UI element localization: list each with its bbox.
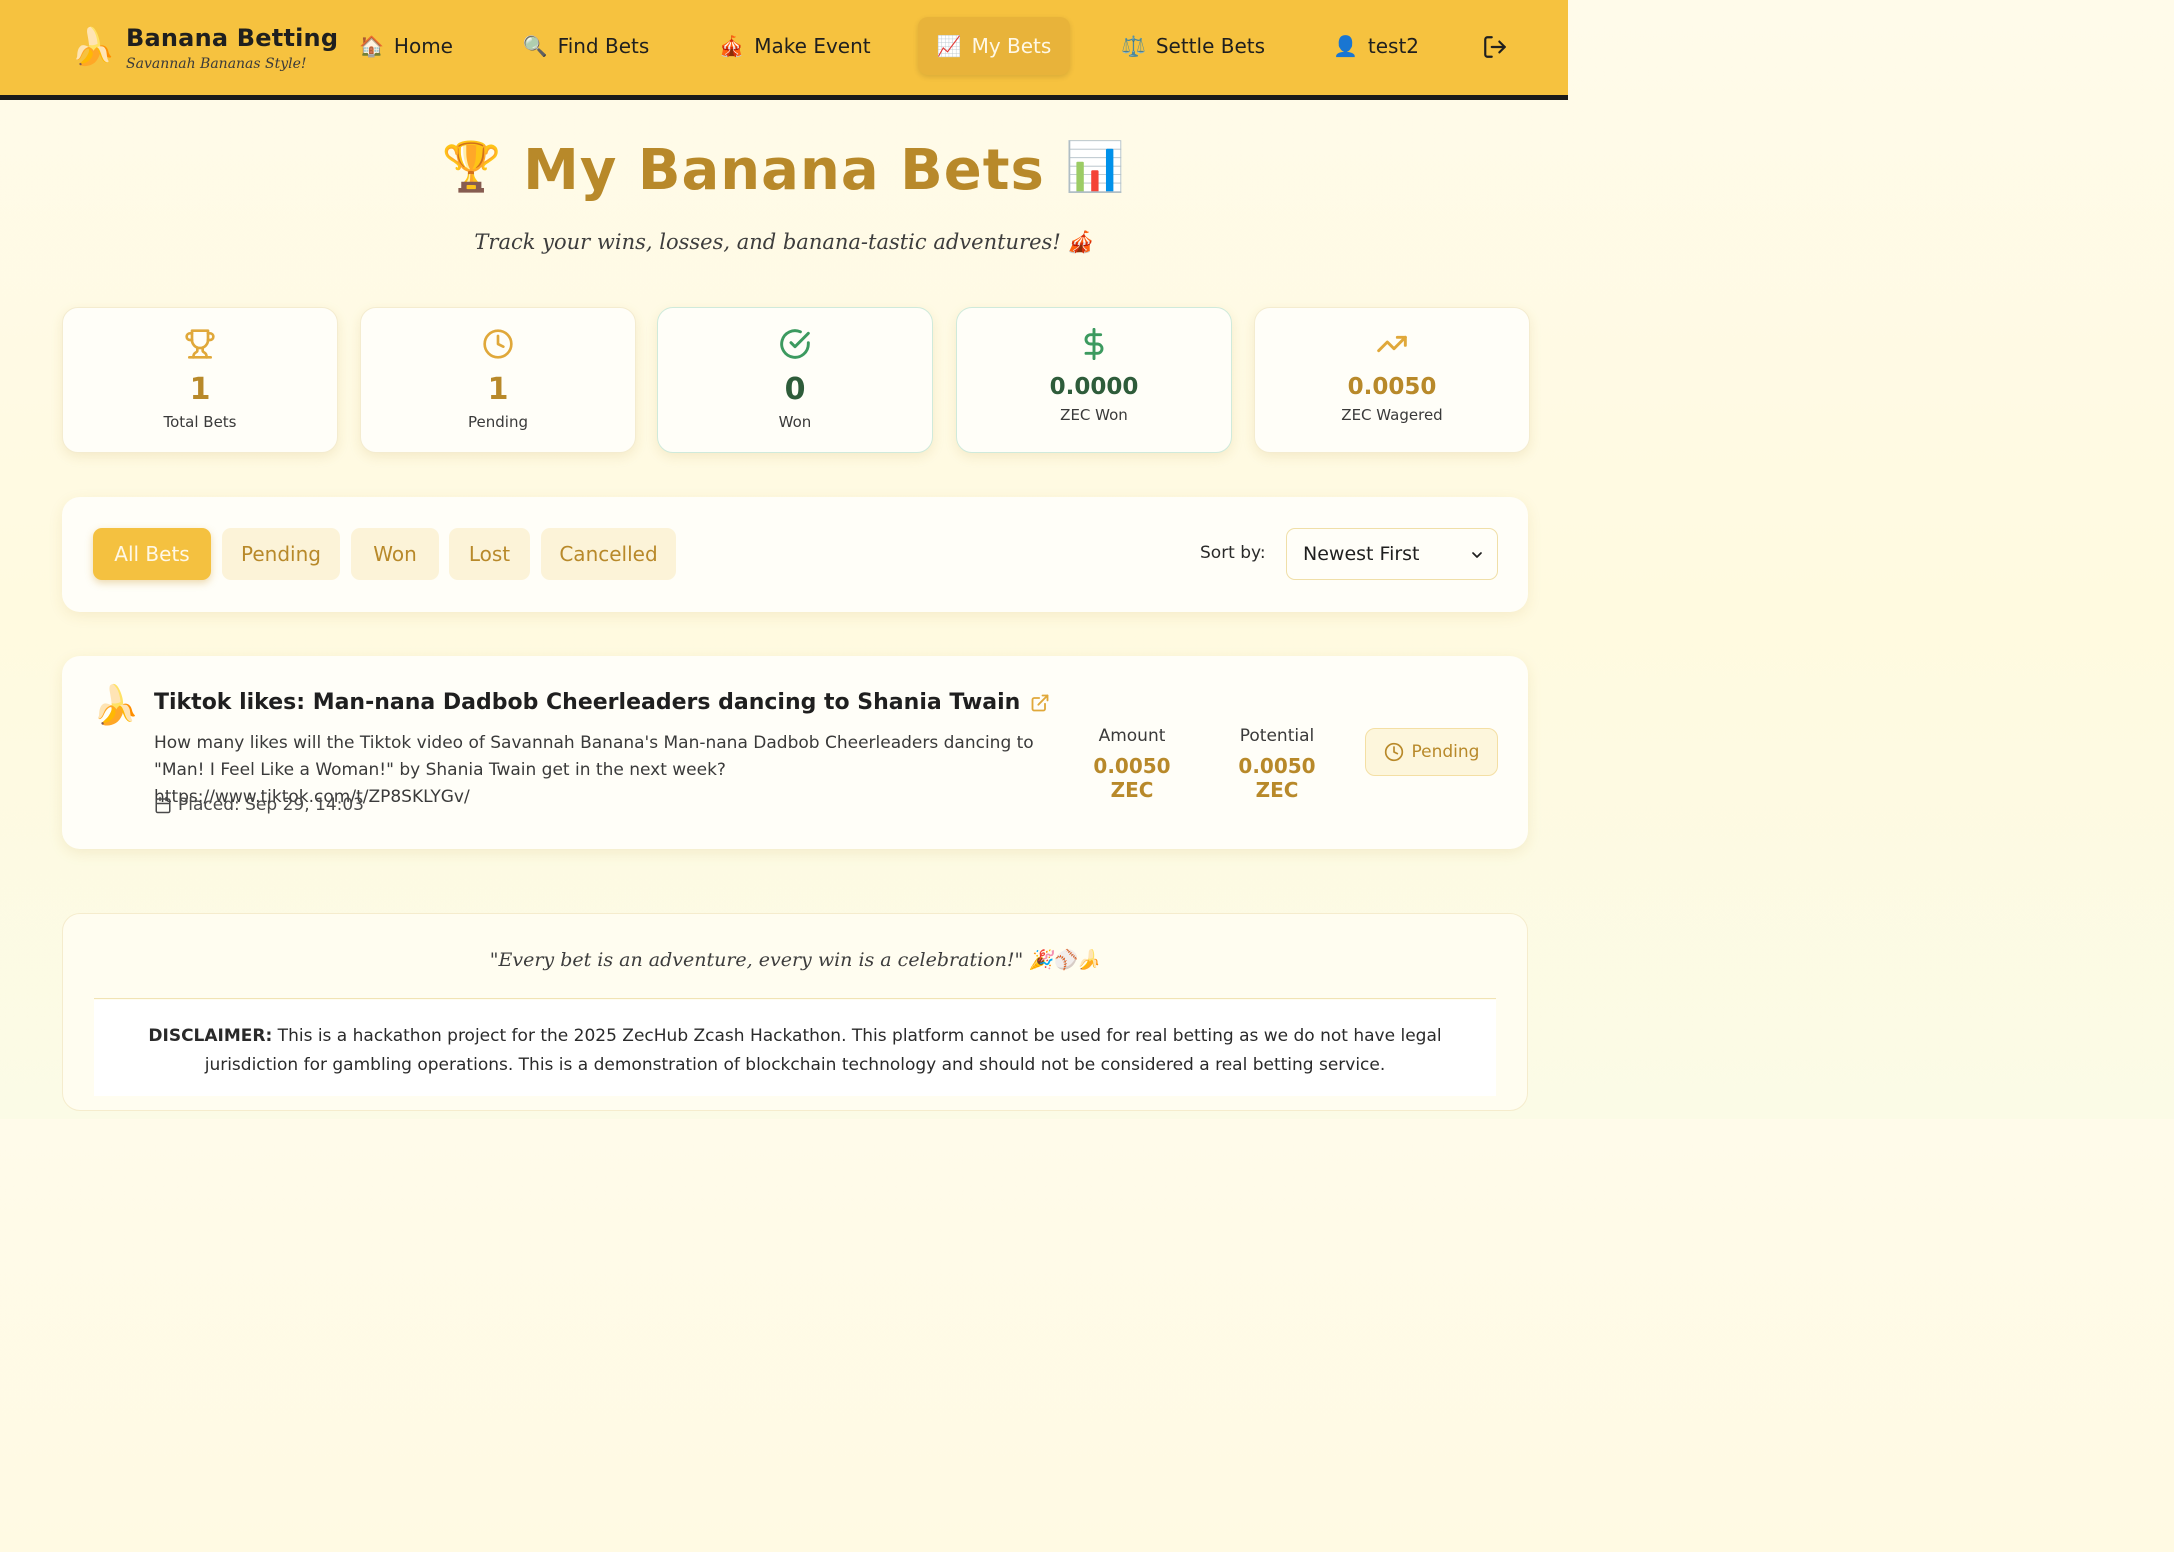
- bet-title-text: Tiktok likes: Man-nana Dadbob Cheerleade…: [154, 690, 1021, 715]
- filter-lost-button[interactable]: Lost: [449, 528, 530, 580]
- stat-card-zec-won: 0.0000 ZEC Won: [956, 307, 1232, 453]
- stat-value: 0: [784, 372, 806, 407]
- dollar-icon: [1084, 328, 1104, 360]
- amount-value: 0.0050 ZEC: [1093, 754, 1171, 802]
- stat-label: Pending: [468, 413, 528, 431]
- footer-quote: "Every bet is an adventure, every win is…: [489, 949, 1101, 971]
- user-icon: 👤: [1332, 34, 1358, 58]
- nav-settle-bets[interactable]: ⚖️ Settle Bets: [1110, 17, 1276, 75]
- stat-value: 1: [189, 372, 211, 407]
- disclaimer: DISCLAIMER: This is a hackathon project …: [94, 1000, 1496, 1096]
- trending-up-icon: [1377, 335, 1407, 353]
- filter-won-button[interactable]: Won: [351, 528, 439, 580]
- disclaimer-label: DISCLAIMER:: [148, 1026, 273, 1046]
- stat-card-zec-wagered: 0.0050 ZEC Wagered: [1254, 307, 1530, 453]
- bet-potential: Potential 0.0050 ZEC: [1216, 726, 1338, 802]
- filter-bar: All Bets Pending Won Lost Cancelled Sort…: [62, 497, 1528, 612]
- nav-my-bets[interactable]: 📈 My Bets: [918, 17, 1070, 75]
- filter-pending-button[interactable]: Pending: [222, 528, 340, 580]
- nav-label: Home: [393, 34, 453, 58]
- nav-label: My Bets: [971, 34, 1052, 58]
- check-circle-icon: [780, 329, 810, 359]
- stat-value: 1: [487, 372, 509, 407]
- brand-subtitle: Savannah Bananas Style!: [126, 56, 307, 72]
- house-icon: 🏠: [359, 34, 384, 58]
- filter-all-bets-button[interactable]: All Bets: [93, 528, 211, 580]
- trophy-icon: 🏆: [441, 139, 503, 195]
- bet-title: Tiktok likes: Man-nana Dadbob Cheerleade…: [154, 690, 1050, 715]
- stat-card-total-bets: 1 Total Bets: [62, 307, 338, 453]
- clock-icon: [1384, 742, 1404, 762]
- stat-label: ZEC Wagered: [1341, 406, 1443, 424]
- sort-select[interactable]: Newest First: [1286, 528, 1498, 580]
- stat-card-won: 0 Won: [657, 307, 933, 453]
- external-link-icon[interactable]: [1030, 693, 1050, 713]
- brand-title: Banana Betting: [126, 24, 339, 52]
- bet-card[interactable]: 🍌 Tiktok likes: Man-nana Dadbob Cheerlea…: [62, 656, 1528, 849]
- calendar-icon: [154, 796, 172, 814]
- footer: "Every bet is an adventure, every win is…: [62, 913, 1528, 1111]
- nav-make-event[interactable]: 🎪 Make Event: [710, 17, 880, 75]
- chevron-down-icon: [1472, 552, 1482, 558]
- nav-label: Settle Bets: [1155, 34, 1266, 58]
- bet-placed-date: Placed: Sep 29, 14:03: [154, 795, 364, 815]
- sort-label: Sort by:: [1200, 543, 1266, 563]
- amount-label: Amount: [1098, 726, 1166, 746]
- stat-value: 0.0000: [1049, 374, 1139, 400]
- nav-label: test2: [1367, 34, 1420, 58]
- disclaimer-text: This is a hackathon project for the 2025…: [204, 1026, 1442, 1075]
- filter-cancelled-button[interactable]: Cancelled: [541, 528, 676, 580]
- status-badge: Pending: [1365, 728, 1498, 776]
- stat-label: Won: [778, 413, 812, 431]
- chart-up-icon: 📈: [936, 34, 962, 58]
- bet-placed-text: Placed: Sep 29, 14:03: [178, 795, 364, 815]
- nav-label: Find Bets: [557, 34, 650, 58]
- nav-user-profile[interactable]: 👤 test2: [1320, 17, 1432, 75]
- scales-icon: ⚖️: [1120, 34, 1146, 58]
- nav-home[interactable]: 🏠 Home: [350, 17, 462, 75]
- nav-find-bets[interactable]: 🔍 Find Bets: [512, 17, 660, 75]
- bet-amount: Amount 0.0050 ZEC: [1072, 726, 1192, 802]
- banana-icon: 🍌: [92, 683, 140, 727]
- banana-icon: 🍌: [70, 27, 116, 68]
- circus-tent-icon: 🎪: [719, 34, 745, 58]
- stat-label: Total Bets: [163, 413, 237, 431]
- trophy-icon: [185, 329, 215, 359]
- bar-chart-icon: 📊: [1065, 139, 1127, 195]
- top-navbar: 🍌 Banana Betting Savannah Bananas Style!…: [0, 0, 1568, 100]
- potential-label: Potential: [1239, 726, 1315, 746]
- page-title: 🏆 My Banana Bets 📊: [0, 138, 1568, 203]
- sort-selected-value: Newest First: [1303, 543, 1420, 565]
- stat-card-pending: 1 Pending: [360, 307, 636, 453]
- stat-label: ZEC Won: [1060, 406, 1128, 424]
- status-text: Pending: [1411, 742, 1480, 762]
- clock-icon: [483, 329, 513, 359]
- brand[interactable]: 🍌 Banana Betting Savannah Bananas Style!: [70, 18, 338, 78]
- magnifier-icon: 🔍: [522, 34, 548, 58]
- page-title-text: My Banana Bets: [523, 138, 1045, 203]
- logout-button[interactable]: [1478, 30, 1512, 64]
- page-subtitle: Track your wins, losses, and banana-tast…: [474, 230, 1094, 254]
- stat-value: 0.0050: [1347, 374, 1437, 400]
- potential-value: 0.0050 ZEC: [1238, 754, 1316, 802]
- logout-icon: [1484, 36, 1506, 58]
- divider: [94, 998, 1496, 999]
- nav-label: Make Event: [754, 34, 871, 58]
